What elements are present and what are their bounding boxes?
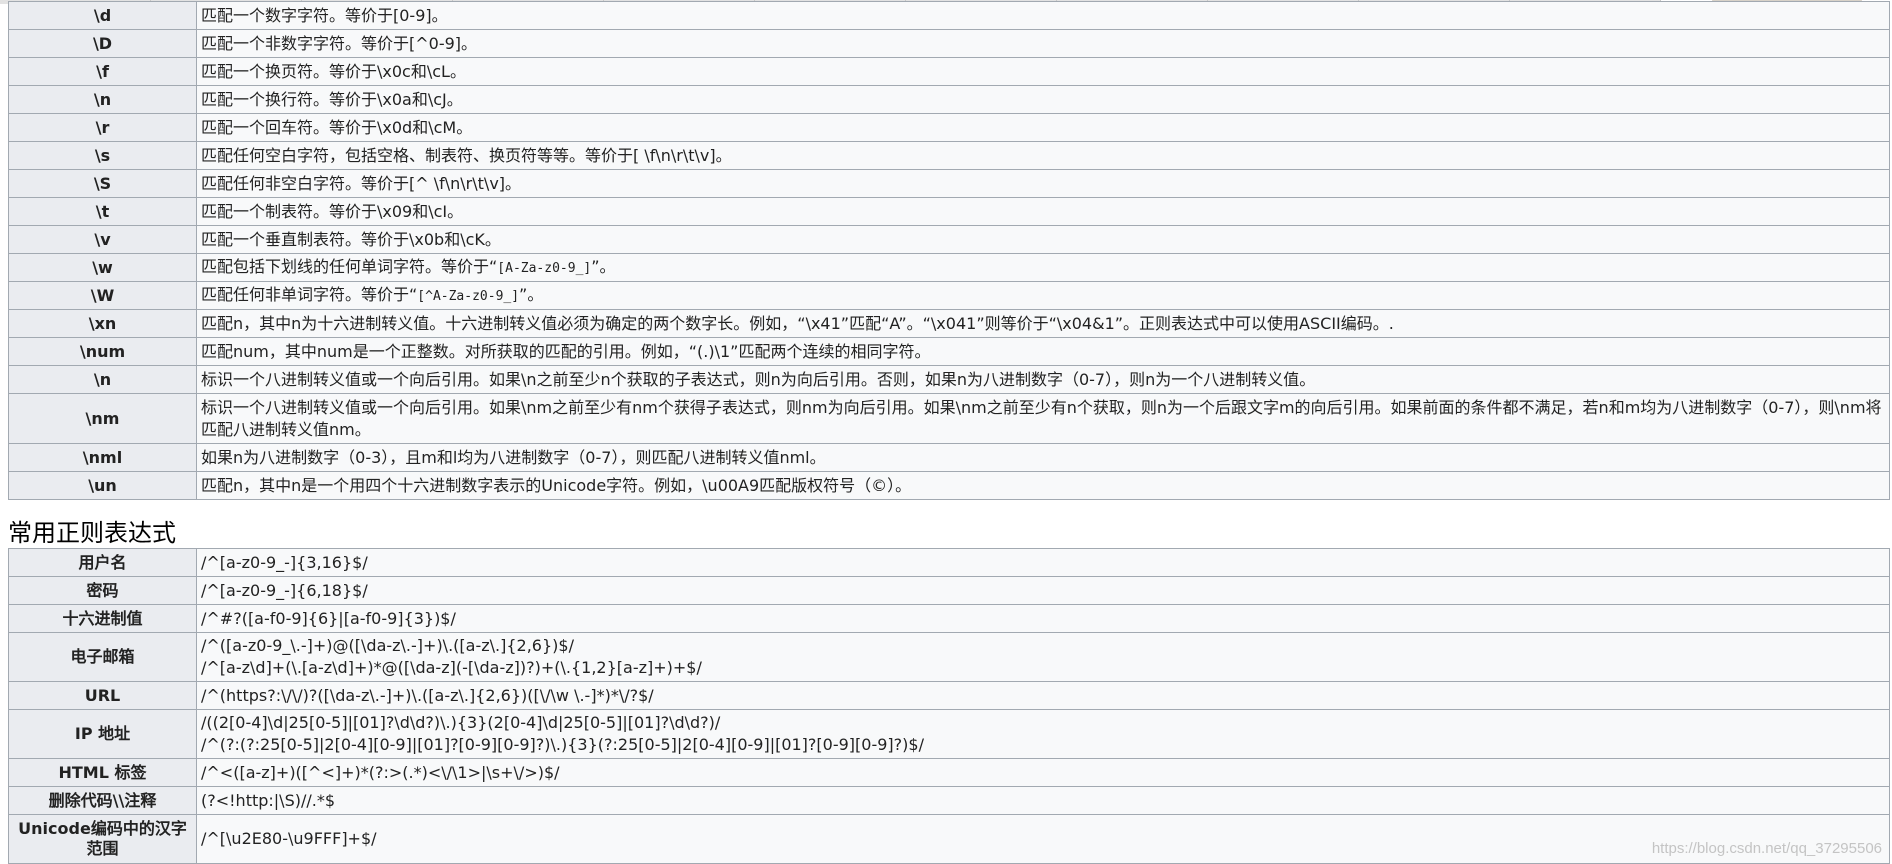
table-row: \W 匹配任何非单词字符。等价于“[^A-Za-z0-9_]”。 [8,281,1890,310]
table-row: \r 匹配一个回车符。等价于\x0d和\cM。 [8,113,1890,142]
table-row: \n 匹配一个换行符。等价于\x0a和\cJ。 [8,85,1890,114]
metachar-desc: 匹配一个垂直制表符。等价于\x0b和\cK。 [196,225,1890,254]
metachar-desc: 匹配n，其中n是一个用四个十六进制数字表示的Unicode字符。例如，\u00A… [196,471,1890,500]
regex-name: 密码 [8,576,197,605]
common-regex-table: 用户名/^[a-z0-9_-]{3,16}$/ 密码/^[a-z0-9_-]{6… [8,548,1890,864]
table-row: \D 匹配一个非数字字符。等价于[^0-9]。 [8,29,1890,58]
metachar-key: \d [8,1,197,30]
regex-pattern: /^([a-z0-9_\.-]+)@([\da-z\.-]+)\.([a-z\.… [196,632,1890,682]
table-row: \S 匹配任何非空白字符。等价于[^ \f\n\r\t\v]。 [8,169,1890,198]
regex-pattern: /^[\u2E80-\u9FFF]+$/ [196,814,1890,864]
regex-pattern: /^#?([a-f0-9]{6}|[a-f0-9]{3})$/ [196,604,1890,633]
metachar-table: \d 匹配一个数字字符。等价于[0-9]。 \D 匹配一个非数字字符。等价于[^0-… [8,1,1890,500]
watermark-url: https://blog.csdn.net/qq_37295506 [1651,840,1882,857]
table-row: IP 地址/((2[0-4]\d|25[0-5]|[01]?\d\d?)\.){… [8,709,1890,759]
pattern-line: /^(?:(?:25[0-5]|2[0-4][0-9]|[01]?[0-9][0… [201,735,924,754]
metachar-desc: 匹配任何空白字符，包括空格、制表符、换页符等等。等价于[ \f\n\r\t\v]… [196,141,1890,170]
metachar-key: \w [8,253,197,282]
table-row: \w 匹配包括下划线的任何单词字符。等价于“[A-Za-z0-9_]”。 [8,253,1890,282]
desc-text: ”。 [519,285,544,304]
regex-pattern: /^[a-z0-9_-]{3,16}$/ [196,548,1890,577]
table-row: \n 标识一个八进制转义值或一个向后引用。如果\n之前至少n个获取的子表达式，则n… [8,365,1890,394]
table-row: \nm 标识一个八进制转义值或一个向后引用。如果\nm之前至少有nm个获得子表达式… [8,393,1890,444]
metachar-key: \f [8,57,197,86]
metachar-key: \r [8,113,197,142]
table-row: 十六进制值/^#?([a-f0-9]{6}|[a-f0-9]{3})$/ [8,604,1890,633]
regex-pattern: (?<!http:|\S)//.*$ [196,786,1890,815]
metachar-key: \xn [8,309,197,338]
metachar-desc: 匹配一个回车符。等价于\x0d和\cM。 [196,113,1890,142]
metachar-desc: 匹配包括下划线的任何单词字符。等价于“[A-Za-z0-9_]”。 [196,253,1890,282]
desc-text: ”。 [591,257,616,276]
metachar-desc: 如果n为八进制数字（0-3），且m和l均为八进制数字（0-7），则匹配八进制转义… [196,443,1890,472]
metachar-key: \D [8,29,197,58]
metachar-desc: 匹配任何非空白字符。等价于[^ \f\n\r\t\v]。 [196,169,1890,198]
regex-name: 十六进制值 [8,604,197,633]
regex-name: 用户名 [8,548,197,577]
metachar-key: \nm [8,393,197,444]
metachar-key: \s [8,141,197,170]
table-row: \f 匹配一个换页符。等价于\x0c和\cL。 [8,57,1890,86]
desc-text: 匹配任何非单词字符。等价于“ [201,285,418,304]
metachar-desc: 匹配一个制表符。等价于\x09和\cI。 [196,197,1890,226]
metachar-desc: 匹配num，其中num是一个正整数。对所获取的匹配的引用。例如，“(.)\1”匹… [196,337,1890,366]
table-row: \d 匹配一个数字字符。等价于[0-9]。 [8,1,1890,30]
table-row: \un 匹配n，其中n是一个用四个十六进制数字表示的Unicode字符。例如，\u… [8,471,1890,500]
regex-pattern: /((2[0-4]\d|25[0-5]|[01]?\d\d?)\.){3}(2[… [196,709,1890,759]
metachar-desc: 匹配一个换行符。等价于\x0a和\cJ。 [196,85,1890,114]
table-row: 电子邮箱/^([a-z0-9_\.-]+)@([\da-z\.-]+)\.([a… [8,632,1890,682]
metachar-key: \n [8,365,197,394]
regex-name: IP 地址 [8,709,197,759]
table-row: Unicode编码中的汉字范围/^[\u2E80-\u9FFF]+$/ [8,814,1890,864]
regex-pattern: /^[a-z0-9_-]{6,18}$/ [196,576,1890,605]
metachar-desc: 标识一个八进制转义值或一个向后引用。如果\n之前至少n个获取的子表达式，则n为向… [196,365,1890,394]
metachar-desc: 匹配任何非单词字符。等价于“[^A-Za-z0-9_]”。 [196,281,1890,310]
code-snippet: [A-Za-z0-9_] [497,261,592,276]
desc-text: 匹配包括下划线的任何单词字符。等价于“ [201,257,498,276]
regex-pattern: /^(https?:\/\/)?([\da-z\.-]+)\.([a-z\.]{… [196,681,1890,710]
metachar-key: \n [8,85,197,114]
metachar-desc: 匹配n，其中n为十六进制转义值。十六进制转义值必须为确定的两个数字长。例如，“\… [196,309,1890,338]
pattern-line: /^[a-z\d]+(\.[a-z\d]+)*@([\da-z](-[\da-z… [201,658,702,677]
table-row: \v 匹配一个垂直制表符。等价于\x0b和\cK。 [8,225,1890,254]
metachar-key: \num [8,337,197,366]
metachar-key: \v [8,225,197,254]
table-row: \t 匹配一个制表符。等价于\x09和\cI。 [8,197,1890,226]
code-snippet: [^A-Za-z0-9_] [417,289,520,304]
table-row: HTML 标签/^<([a-z]+)([^<]+)*(?:>(.*)<\/\1>… [8,758,1890,787]
metachar-desc: 匹配一个数字字符。等价于[0-9]。 [196,1,1890,30]
metachar-key: \un [8,471,197,500]
metachar-desc: 匹配一个非数字字符。等价于[^0-9]。 [196,29,1890,58]
pattern-line: /^([a-z0-9_\.-]+)@([\da-z\.-]+)\.([a-z\.… [201,636,574,655]
regex-name: HTML 标签 [8,758,197,787]
table-row: \xn 匹配n，其中n为十六进制转义值。十六进制转义值必须为确定的两个数字长。例如… [8,309,1890,338]
regex-name: 电子邮箱 [8,632,197,682]
metachar-key: \W [8,281,197,310]
metachar-key: \nml [8,443,197,472]
table-row: 密码/^[a-z0-9_-]{6,18}$/ [8,576,1890,605]
metachar-desc: 标识一个八进制转义值或一个向后引用。如果\nm之前至少有nm个获得子表达式，则n… [196,393,1890,444]
metachar-key: \t [8,197,197,226]
regex-name: URL [8,681,197,710]
regex-pattern: /^<([a-z]+)([^<]+)*(?:>(.*)<\/\1>|\s+\/>… [196,758,1890,787]
table-row: URL/^(https?:\/\/)?([\da-z\.-]+)\.([a-z\… [8,681,1890,710]
table-row: 用户名/^[a-z0-9_-]{3,16}$/ [8,548,1890,577]
table-row: \nml 如果n为八进制数字（0-3），且m和l均为八进制数字（0-7），则匹配八… [8,443,1890,472]
pattern-line: /((2[0-4]\d|25[0-5]|[01]?\d\d?)\.){3}(2[… [201,713,721,732]
table-row: 删除代码\\注释 (?<!http:|\S)//.*$ [8,786,1890,815]
table-row: \num 匹配num，其中num是一个正整数。对所获取的匹配的引用。例如，“(.)… [8,337,1890,366]
regex-name: 删除代码\\注释 [8,786,197,815]
table-row: \s 匹配任何空白字符，包括空格、制表符、换页符等等。等价于[ \f\n\r\t\… [8,141,1890,170]
metachar-desc: 匹配一个换页符。等价于\x0c和\cL。 [196,57,1890,86]
metachar-key: \S [8,169,197,198]
regex-name: Unicode编码中的汉字范围 [8,814,197,864]
section-heading: 常用正则表达式 [8,519,176,547]
